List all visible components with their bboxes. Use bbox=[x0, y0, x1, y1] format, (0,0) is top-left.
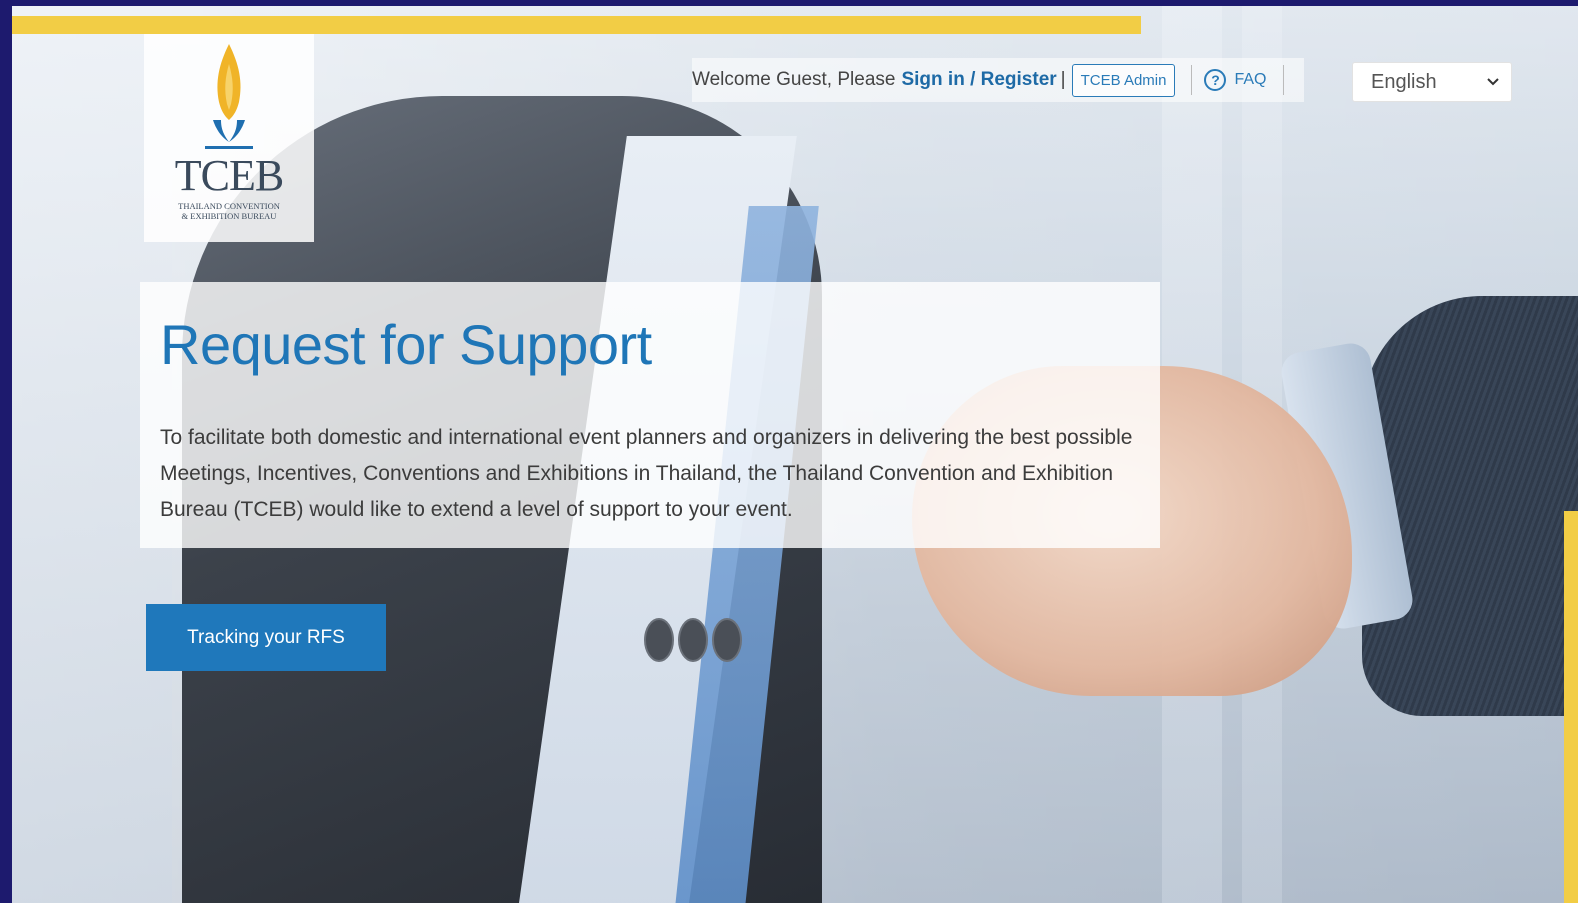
divider bbox=[1282, 65, 1284, 95]
chevron-down-icon bbox=[1487, 78, 1499, 86]
flame-logo-icon bbox=[205, 44, 253, 149]
tceb-logo[interactable]: TCEB THAILAND CONVENTION & EXHIBITION BU… bbox=[144, 34, 314, 242]
hero-description: To facilitate both domestic and internat… bbox=[160, 426, 1133, 521]
faq-label: FAQ bbox=[1234, 71, 1267, 88]
divider bbox=[1191, 65, 1193, 95]
language-selected-value: English bbox=[1371, 70, 1437, 93]
logo-subtitle: THAILAND CONVENTION & EXHIBITION BUREAU bbox=[178, 201, 280, 222]
logo-wordmark: TCEB bbox=[174, 151, 284, 200]
tracking-rfs-button[interactable]: Tracking your RFS bbox=[146, 604, 386, 671]
top-accent-bar bbox=[12, 16, 1141, 34]
page-title: Request for Support bbox=[160, 313, 652, 376]
right-accent-bar bbox=[1564, 511, 1578, 903]
page-frame: TCEB THAILAND CONVENTION & EXHIBITION BU… bbox=[12, 6, 1578, 903]
tceb-admin-button[interactable]: TCEB Admin bbox=[1071, 63, 1176, 97]
background-suit-buttons bbox=[644, 618, 742, 662]
language-select[interactable]: English bbox=[1352, 62, 1512, 102]
signin-register-link[interactable]: Sign in / Register bbox=[901, 69, 1056, 91]
welcome-text: Welcome Guest, Please bbox=[692, 69, 896, 90]
faq-link[interactable]: ? FAQ bbox=[1204, 69, 1267, 91]
header-nav: Welcome Guest, Please Sign in / Register… bbox=[692, 58, 1304, 102]
hero-panel: Request for Support To facilitate both d… bbox=[140, 282, 1160, 548]
logo-subtitle-line: & EXHIBITION BUREAU bbox=[181, 210, 277, 221]
question-circle-icon: ? bbox=[1204, 69, 1227, 91]
separator: | bbox=[1060, 69, 1066, 90]
